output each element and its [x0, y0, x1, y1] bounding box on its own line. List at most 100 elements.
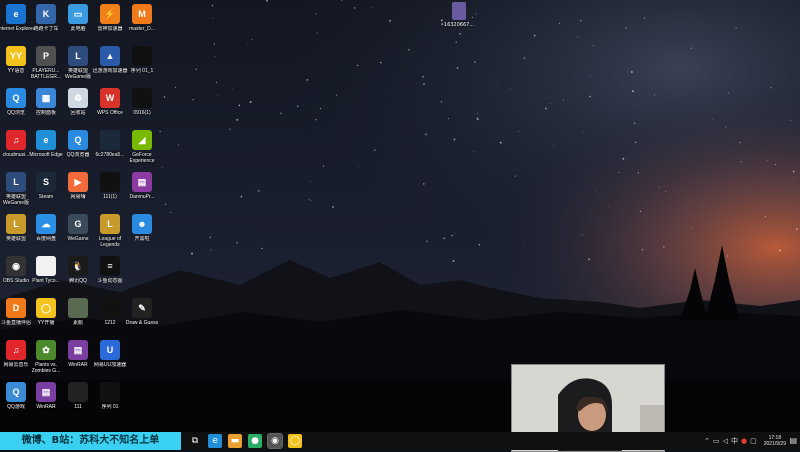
- star: [622, 157, 625, 160]
- star: [315, 13, 317, 15]
- netease-music-icon: ♫: [6, 340, 26, 360]
- task-view-icon[interactable]: ⧉: [188, 434, 202, 448]
- file-icon: [452, 2, 466, 20]
- notification-icon[interactable]: ▤: [789, 436, 797, 445]
- winrar-icon: ▤: [68, 340, 88, 360]
- star: [308, 199, 310, 201]
- document-icon: [36, 256, 56, 276]
- star: [191, 252, 193, 255]
- star: [592, 45, 594, 46]
- star: [477, 112, 479, 114]
- desktop-icon-label: DanmuPr...: [129, 194, 155, 200]
- wechat-icon[interactable]: ●: [248, 434, 262, 448]
- star: [477, 118, 479, 121]
- star: [473, 151, 475, 152]
- star: [691, 45, 692, 46]
- control-panel-icon: ▦: [36, 88, 56, 108]
- edge-icon[interactable]: e: [208, 434, 222, 448]
- star: [795, 228, 798, 230]
- video-file-icon: [132, 46, 152, 66]
- desktop-icon[interactable]: Mmaster_D...: [122, 2, 162, 42]
- star: [374, 149, 376, 151]
- tencent-qq-icon: 🐧: [68, 256, 88, 276]
- desktop-icon[interactable]: 序列 01: [90, 380, 130, 420]
- star: [589, 75, 591, 77]
- qq-browser-icon: Q: [68, 130, 88, 150]
- star: [443, 237, 446, 240]
- star: [302, 104, 304, 106]
- desktop-icon[interactable]: U 网易UU加速器: [90, 338, 130, 378]
- star: [322, 165, 325, 167]
- star: [773, 138, 775, 140]
- star: [580, 20, 582, 22]
- kartrider-icon: K: [36, 4, 56, 24]
- star: [497, 84, 499, 86]
- desktop-icon[interactable]: 0916(1): [122, 86, 162, 126]
- douyu-icon: D: [6, 298, 26, 318]
- star: [178, 144, 179, 146]
- desktop-icon[interactable]: ✎ Draw & Guess: [122, 296, 162, 336]
- star: [471, 16, 474, 18]
- desktop-file-16320667[interactable]: 16320667...: [444, 2, 474, 34]
- league-wegame-icon: L: [68, 46, 88, 66]
- chat-icon[interactable]: ▢: [750, 437, 757, 445]
- document-icon: ≡: [100, 256, 120, 276]
- star: [309, 180, 311, 182]
- star: [195, 68, 197, 70]
- star: [552, 145, 554, 147]
- yy-live-icon[interactable]: ◯: [288, 434, 302, 448]
- star: [315, 119, 317, 121]
- star: [618, 172, 620, 174]
- wegame-icon: G: [68, 214, 88, 234]
- desktop-icon[interactable]: ▤ DanmuPr...: [122, 170, 162, 210]
- desktop-icon[interactable]: 序列 01_1: [122, 44, 162, 84]
- star: [453, 138, 456, 141]
- star: [231, 88, 233, 89]
- video-file-icon: [100, 172, 120, 192]
- master-icon: M: [132, 4, 152, 24]
- star: [408, 48, 410, 51]
- winrar-icon: ▤: [36, 382, 56, 402]
- obs-icon[interactable]: ◉: [267, 433, 283, 449]
- image-file-icon: [68, 298, 88, 318]
- star: [215, 81, 218, 83]
- desktop-icon-label: 开黑啦: [134, 236, 150, 242]
- star: [238, 104, 241, 107]
- star: [633, 122, 636, 124]
- star: [595, 190, 597, 192]
- star: [793, 177, 795, 179]
- pvz-icon: ✿: [36, 340, 56, 360]
- antivirus-icon[interactable]: ●: [741, 437, 747, 445]
- file-explorer-icon[interactable]: ▬: [228, 434, 242, 448]
- yy-voice-icon: YY: [6, 46, 26, 66]
- star: [174, 86, 176, 88]
- star: [451, 234, 453, 237]
- chevron-up-icon[interactable]: ⌃: [704, 437, 710, 445]
- star: [280, 112, 282, 114]
- star: [766, 160, 768, 162]
- wps-office-icon: W: [100, 88, 120, 108]
- desktop-icon[interactable]: ◢ GeForce Experience: [122, 128, 162, 168]
- desktop-icon-label: Draw & Guess: [125, 320, 159, 326]
- star: [558, 22, 560, 24]
- clock[interactable]: 17:18 2021/9/29: [764, 435, 786, 447]
- star: [213, 43, 216, 45]
- ime-icon[interactable]: 中: [731, 436, 738, 446]
- network-icon[interactable]: ▭: [713, 437, 720, 445]
- star: [216, 94, 218, 96]
- qq-browser-icon: Q: [6, 88, 26, 108]
- star: [236, 241, 238, 244]
- desktop-icon[interactable]: ☻ 开黑啦: [122, 212, 162, 252]
- star: [774, 163, 777, 166]
- geforce-icon: ◢: [132, 130, 152, 150]
- volume-icon[interactable]: ◁: [723, 437, 728, 445]
- edge-icon: e: [36, 130, 56, 150]
- steam-icon: S: [36, 172, 56, 192]
- star: [499, 141, 502, 144]
- desktop-icon[interactable]: ≡ 斗鱼动态图: [90, 254, 130, 294]
- star: [582, 234, 584, 236]
- league-client-icon: L: [100, 214, 120, 234]
- star: [641, 248, 644, 251]
- desktop-icon-label: 序列 01: [101, 404, 119, 410]
- star: [214, 56, 216, 58]
